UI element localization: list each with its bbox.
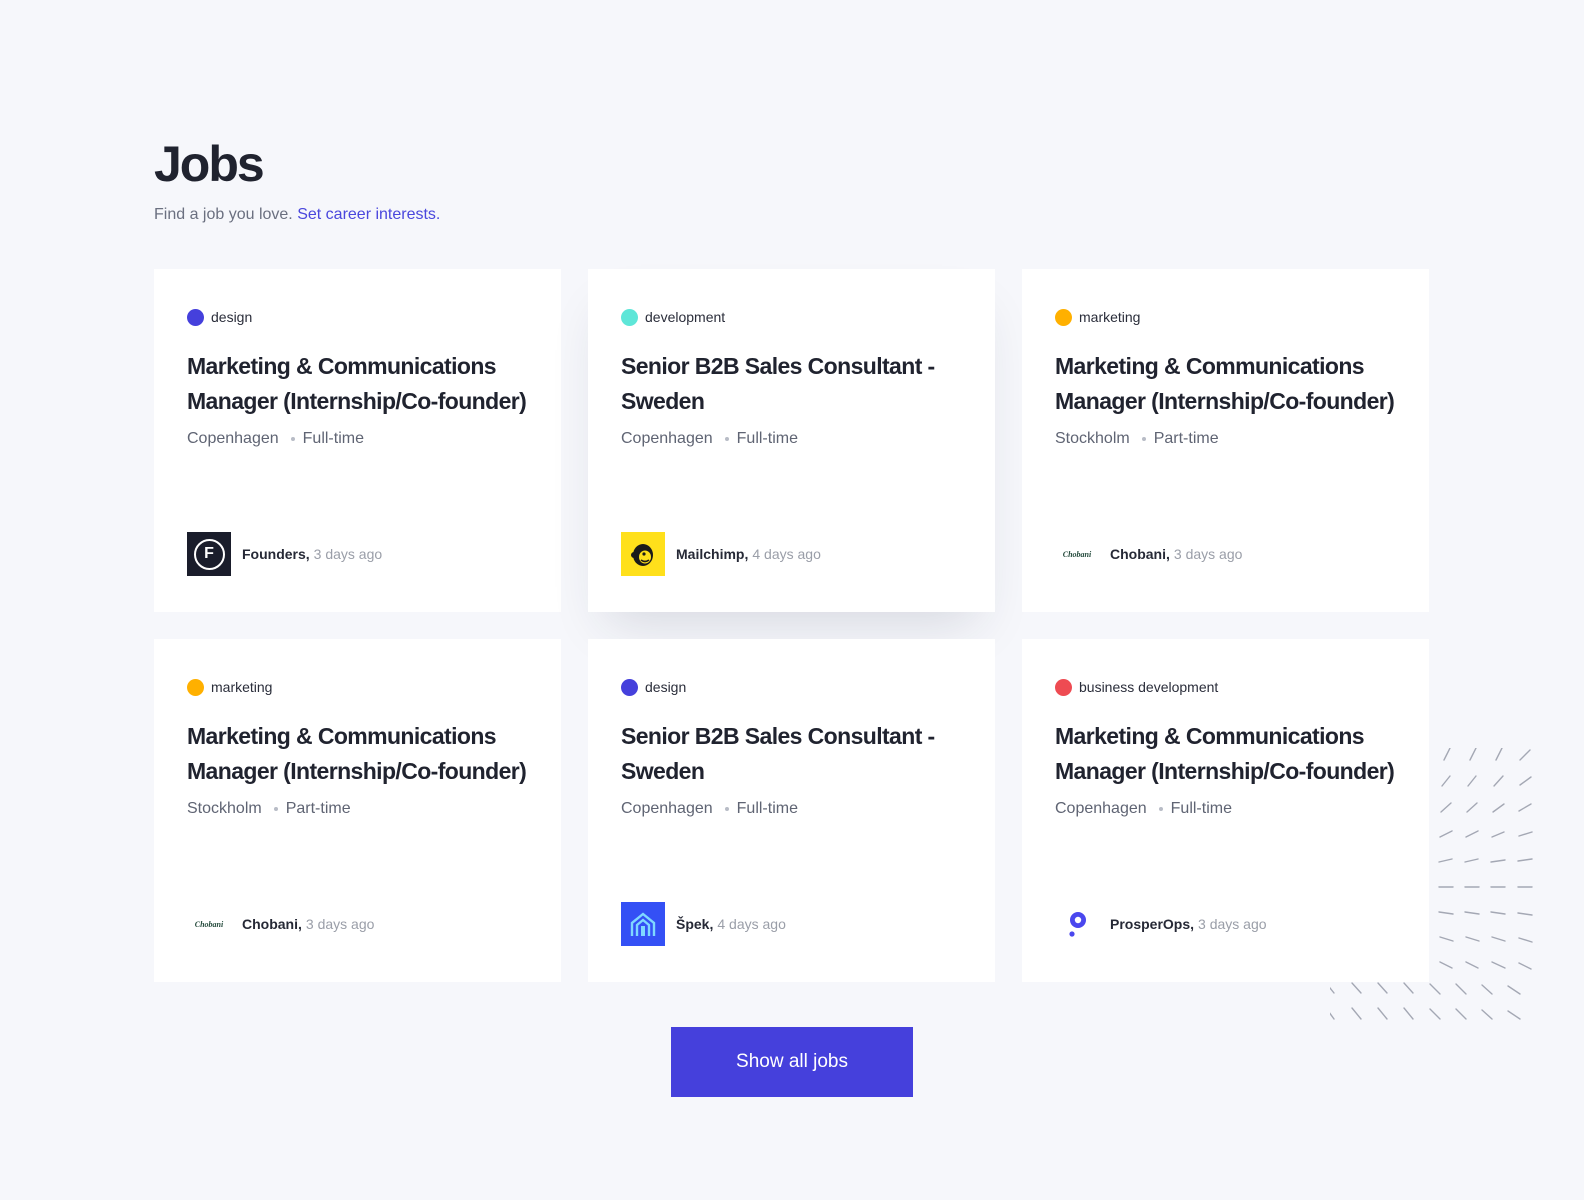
chobani-logo-wordmark: Chobani [194, 919, 224, 929]
company-name: Founders, [242, 546, 310, 562]
job-title[interactable]: Marketing & Communications Manager (Inte… [187, 349, 528, 419]
category-tag: design [621, 677, 962, 697]
page-subtitle: Find a job you love. Set career interest… [154, 204, 1430, 226]
company-row: Mailchimp, 4 days ago [621, 532, 821, 576]
job-title[interactable]: Senior B2B Sales Consultant - Sweden [621, 349, 962, 419]
company-row: Chobani Chobani, 3 days ago [187, 902, 375, 946]
job-title[interactable]: Marketing & Communications Manager (Inte… [1055, 349, 1396, 419]
company-name: Chobani, [1110, 546, 1170, 562]
job-card[interactable]: development Senior B2B Sales Consultant … [588, 269, 995, 612]
category-dot [1055, 308, 1072, 326]
mailchimp-logo [621, 532, 665, 576]
spek-logo [621, 902, 665, 946]
dash-pattern-decoration [1330, 748, 1533, 1020]
meta-separator [273, 807, 278, 811]
category-dot [621, 678, 638, 696]
job-card[interactable]: marketing Marketing & Communications Man… [1022, 269, 1429, 612]
category-label: marketing [1079, 309, 1141, 325]
founders-logo: F [187, 532, 231, 576]
company-name: Špek, [676, 916, 714, 932]
company-row: ProsperOps, 3 days ago [1055, 902, 1267, 946]
category-dot [187, 678, 204, 696]
company-row: F Founders, 3 days ago [187, 532, 382, 576]
category-label: marketing [211, 679, 273, 695]
job-location: Copenhagen [1055, 800, 1147, 817]
category-tag: development [621, 307, 962, 327]
job-card[interactable]: design Senior B2B Sales Consultant - Swe… [588, 639, 995, 982]
category-tag: marketing [1055, 307, 1396, 327]
job-card[interactable]: design Marketing & Communications Manage… [154, 269, 561, 612]
meta-separator [1141, 437, 1146, 441]
job-location: Copenhagen [621, 430, 713, 447]
posted-time: 4 days ago [717, 916, 786, 932]
job-type: Full-time [1170, 800, 1232, 817]
job-meta: Copenhagen Full-time [621, 798, 962, 820]
job-type: Part-time [1153, 430, 1219, 447]
posted-time: 3 days ago [313, 546, 383, 562]
category-dot [187, 308, 204, 326]
category-tag: business development [1055, 677, 1396, 697]
job-card[interactable]: marketing Marketing & Communications Man… [154, 639, 561, 982]
meta-separator [724, 437, 729, 441]
posted-time: 3 days ago [1173, 546, 1243, 562]
job-title[interactable]: Senior B2B Sales Consultant - Sweden [621, 719, 962, 789]
category-dot [1055, 678, 1072, 696]
job-type: Full-time [736, 430, 798, 447]
category-label: development [645, 309, 726, 325]
job-location: Copenhagen [187, 430, 279, 447]
set-career-interests-link[interactable]: Set career interests. [297, 206, 440, 223]
company-name: Chobani, [242, 916, 302, 932]
company-name: ProsperOps, [1110, 916, 1195, 932]
page-title: Jobs [154, 136, 265, 192]
meta-separator [290, 437, 295, 441]
job-type: Full-time [736, 800, 798, 817]
chobani-logo: Chobani [1055, 532, 1099, 576]
job-title[interactable]: Marketing & Communications Manager (Inte… [187, 719, 528, 789]
job-location: Copenhagen [621, 800, 713, 817]
prosperops-logo [1055, 902, 1099, 946]
job-grid: design Marketing & Communications Manage… [154, 269, 1429, 982]
job-location: Stockholm [187, 800, 262, 817]
company-row: Chobani Chobani, 3 days ago [1055, 532, 1243, 576]
subtitle-text: Find a job you love. [154, 206, 293, 223]
posted-time: 3 days ago [1198, 916, 1267, 932]
job-type: Full-time [302, 430, 364, 447]
job-meta: Copenhagen Full-time [621, 428, 962, 450]
company-name: Mailchimp, [676, 546, 749, 562]
posted-time: 4 days ago [752, 546, 821, 562]
meta-separator [1158, 807, 1163, 811]
category-dot [621, 308, 638, 326]
posted-time: 3 days ago [305, 916, 375, 932]
job-meta: Copenhagen Full-time [187, 428, 528, 450]
job-location: Stockholm [1055, 430, 1130, 447]
category-label: business development [1079, 679, 1219, 695]
category-label: design [645, 679, 687, 695]
meta-separator [724, 807, 729, 811]
company-row: Špek, 4 days ago [621, 902, 786, 946]
category-tag: design [187, 307, 528, 327]
jobs-section: Jobs Find a job you love. Set career int… [154, 132, 1430, 982]
category-tag: marketing [187, 677, 528, 697]
show-all-jobs-button[interactable]: Show all jobs [671, 1027, 913, 1097]
chobani-logo: Chobani [187, 902, 231, 946]
job-meta: Stockholm Part-time [187, 798, 528, 820]
category-label: design [211, 309, 253, 325]
job-meta: Stockholm Part-time [1055, 428, 1396, 450]
chobani-logo-wordmark: Chobani [1062, 549, 1092, 559]
job-type: Part-time [285, 800, 351, 817]
